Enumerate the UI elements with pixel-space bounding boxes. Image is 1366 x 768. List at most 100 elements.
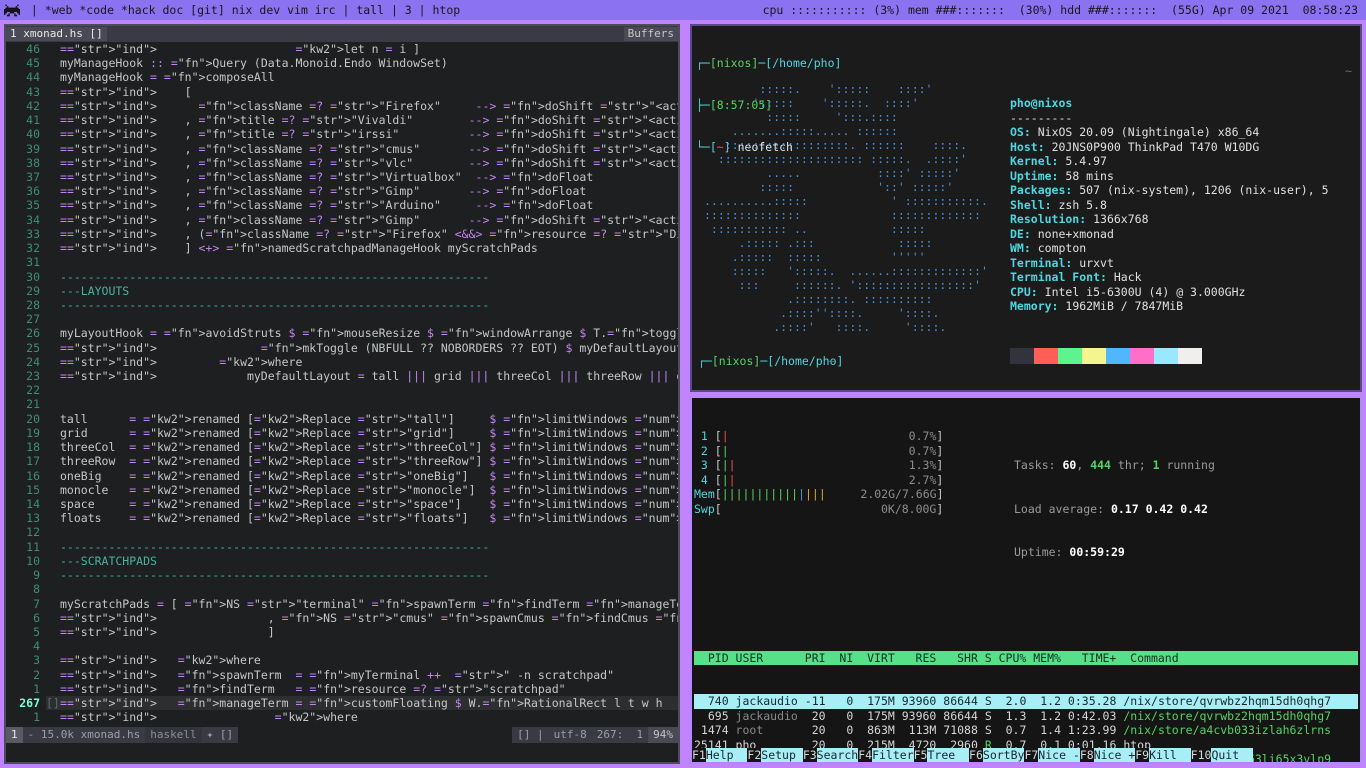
- xmobar-workspaces[interactable]: | *web *code *hack doc [git] nix dev vim…: [24, 3, 460, 17]
- vim-line-number: 38: [26, 155, 40, 170]
- htop-meter: Mem[||||||||||||||| 2.02G/7.66G]: [694, 487, 944, 501]
- vim-line-text: myLayoutHook = ="fn">avoidStruts $ ="fn"…: [60, 326, 678, 341]
- vim-line-text: =="str">"ind"> ="kw2">where: [60, 653, 261, 668]
- vim-line-number: 25: [26, 340, 40, 355]
- htop-fkey-help[interactable]: Help: [705, 747, 748, 762]
- htop-window[interactable]: 1 [| 0.7%] 2 [| 0.7%] 3 [|| 1.3%] 4 [|| …: [690, 396, 1362, 764]
- htop-content[interactable]: 1 [| 0.7%] 2 [| 0.7%] 3 [|| 1.3%] 4 [|| …: [692, 398, 1360, 762]
- vim-code-line: 13 floats = ="kw2">renamed [="kw2">Replac…: [6, 511, 678, 525]
- vim-code-line: 3 =="str">"ind"> ="kw2">where: [6, 653, 678, 667]
- vim-code-area[interactable]: 46 =="str">"ind"> ="kw2">let n = i ] 45 myM…: [6, 42, 678, 725]
- vim-code-line: 35 =="str">"ind"> , ="fn">className =? ="…: [6, 198, 678, 212]
- vim-fold-marker: [46, 568, 60, 582]
- vim-fold-marker: [46, 156, 60, 170]
- htop-fkey-quit[interactable]: Quit: [1211, 747, 1253, 762]
- palette-swatch: [1154, 348, 1178, 364]
- neofetch-field: Kernel: 5.4.97: [1010, 154, 1107, 168]
- vim-code-line: 33 =="str">"ind"> , (="fn">className =? =…: [6, 227, 678, 241]
- vim-code-line: 27: [6, 312, 678, 326]
- neofetch-field: Packages: 507 (nix-system), 1206 (nix-us…: [1010, 183, 1329, 197]
- vim-fold-marker: [46, 355, 60, 369]
- htop-process-row[interactable]: 740 jackaudio -11 0 175M 93960 86644 S 2…: [694, 694, 1358, 709]
- htop-meter: 3 [|| 1.3%]: [694, 458, 944, 472]
- vim-fold-marker: [46, 611, 60, 625]
- vim-code-line: 25 =="str">"ind"> ="fn">mkToggle (NBFULL …: [6, 341, 678, 355]
- vim-code-line: 18 threeCol = ="kw2">renamed [="kw2">Repl…: [6, 440, 678, 454]
- vim-code-line: 1 =="str">"ind"> ="fn">findTerm = ="fn">r…: [6, 682, 678, 696]
- vim-line-text: ---LAYOUTS: [60, 283, 130, 298]
- vim-line-text: =="str">"ind"> , ="fn">className =? ="st…: [60, 184, 587, 199]
- htop-fkey-nice-[interactable]: Nice +: [1093, 747, 1136, 762]
- htop-process-row[interactable]: 695 jackaudio 20 0 175M 93960 86644 S 1.…: [694, 709, 1358, 724]
- xmobar-system-info: cpu ::::::::::: (3%) mem ###::::::: (30%…: [762, 3, 1358, 17]
- neofetch-field: Terminal Font: Hack: [1010, 270, 1142, 284]
- vim-statusline: 1 - 15.0k xmonad.hs haskell ✦ [] [] | ut…: [6, 726, 678, 743]
- vim-fold-marker: [46, 142, 60, 156]
- vim-line-text: =="str">"ind"> , ="fn">className =? ="st…: [60, 141, 678, 156]
- vim-code-line: 28 --------------------------------------…: [6, 298, 678, 312]
- vim-line-number: 12: [26, 525, 40, 540]
- vim-line-text: [60, 397, 678, 411]
- htop-fkey-number: F2: [747, 747, 762, 762]
- htop-uptime-row: Uptime: 00:59:29: [1014, 545, 1125, 559]
- htop-fkey-tree[interactable]: Tree: [927, 747, 970, 762]
- vim-fold-marker: []: [46, 696, 60, 711]
- vim-line-text: threeRow = ="kw2">renamed [="kw2">Replac…: [60, 454, 678, 469]
- vim-code-line: 44 myManageHook = ="fn">composeAll: [6, 70, 678, 84]
- vim-fold-marker: [46, 383, 60, 397]
- vim-line-number: 37: [26, 169, 40, 184]
- vim-tilde-marker-1: ~: [1345, 64, 1352, 78]
- vim-line-number: 9: [33, 568, 40, 583]
- terminal-window-neofetch[interactable]: ┌─[nixos]─[/home/pho] ├─[8:57:05] └─[~] …: [690, 24, 1362, 392]
- vim-window[interactable]: 1 xmonad.hs [] Buffers 46 =="str">"ind"> …: [4, 24, 680, 764]
- htop-process-table[interactable]: PID USER PRI NI VIRT RES SHR S CPU% MEM%…: [694, 622, 1358, 762]
- vim-line-text: =="str">"ind"> ="kw2">where: [60, 354, 303, 369]
- htop-fkey-setup[interactable]: Setup: [761, 747, 803, 762]
- vim-line-text: =="str">"ind"> ="fn">mkToggle (NBFULL ??…: [60, 340, 678, 355]
- vim-fold-marker: [46, 241, 60, 255]
- vim-fold-marker: [46, 440, 60, 454]
- htop-fkey-search[interactable]: Search: [816, 747, 859, 762]
- vim-line-number: 2: [33, 667, 40, 682]
- vim-tab-xmonad[interactable]: 1 xmonad.hs []: [6, 27, 107, 41]
- vim-line-number: 7: [33, 596, 40, 611]
- vim-line-number: 11: [26, 539, 40, 554]
- vim-code-line: 8: [6, 582, 678, 596]
- vim-fold-marker: [46, 312, 60, 326]
- htop-fkey-number: F10: [1190, 747, 1212, 762]
- htop-table-header[interactable]: PID USER PRI NI VIRT RES SHR S CPU% MEM%…: [694, 650, 1358, 665]
- htop-function-keys[interactable]: F1 Help F2 Setup F3 Search F4 Filter F5 Tree F6…: [692, 747, 1360, 762]
- shell-prompt-1: ┌─[nixos]─[/home/pho]: [696, 56, 842, 70]
- htop-fkey-filter[interactable]: Filter: [872, 747, 914, 762]
- palette-swatch: [1010, 348, 1034, 364]
- vim-tab-buffers[interactable]: Buffers: [623, 27, 678, 41]
- vim-code-line: 32 =="str">"ind"> ] <+> ="fn">namedScratc…: [6, 241, 678, 255]
- terminal-content[interactable]: ┌─[nixos]─[/home/pho] ├─[8:57:05] └─[~] …: [692, 26, 1360, 390]
- htop-process-row[interactable]: 1474 root 20 0 863M 113M 71088 S 0.7 1.4…: [694, 723, 1358, 738]
- vim-fold-marker: [46, 85, 60, 99]
- vim-line-text: oneBig = ="kw2">renamed [="kw2">Replace …: [60, 468, 678, 483]
- vim-filetype: haskell: [145, 726, 202, 743]
- vim-code-line: 37 =="str">"ind"> , ="fn">className =? ="…: [6, 170, 678, 184]
- vim-line-number: 10: [26, 553, 40, 568]
- vim-fold-marker: [46, 497, 60, 511]
- htop-fkey-sortby[interactable]: SortBy: [982, 747, 1025, 762]
- palette-swatch: [1082, 348, 1106, 364]
- vim-line-number: 32: [26, 241, 40, 256]
- vim-line-text: [60, 582, 678, 596]
- htop-fkey-kill[interactable]: Kill: [1149, 747, 1191, 762]
- htop-meters-left: 1 [| 0.7%] 2 [| 0.7%] 3 [|| 1.3%] 4 [|| …: [694, 429, 1010, 589]
- vim-line-text: monocle = ="kw2">renamed [="kw2">Replace…: [60, 482, 678, 497]
- neofetch-rule: ---------: [1010, 110, 1073, 125]
- vim-line-text: ----------------------------------------…: [60, 297, 490, 312]
- xmobar-status-bar: | *web *code *hack doc [git] nix dev vim…: [0, 0, 1366, 20]
- vim-status-marker: [] |: [512, 726, 549, 743]
- htop-fkey-number: F5: [913, 747, 928, 762]
- vim-line-text: threeCol = ="kw2">renamed [="kw2">Replac…: [60, 440, 678, 455]
- htop-fkey-nice-[interactable]: Nice -: [1038, 747, 1080, 762]
- vim-line-text: =="str">"ind"> ]: [60, 624, 275, 639]
- vim-fold-marker: [46, 42, 60, 56]
- vim-fold-marker: [46, 397, 60, 411]
- htop-fkey-number: F9: [1135, 747, 1150, 762]
- vim-tabline[interactable]: 1 xmonad.hs [] Buffers: [6, 26, 678, 42]
